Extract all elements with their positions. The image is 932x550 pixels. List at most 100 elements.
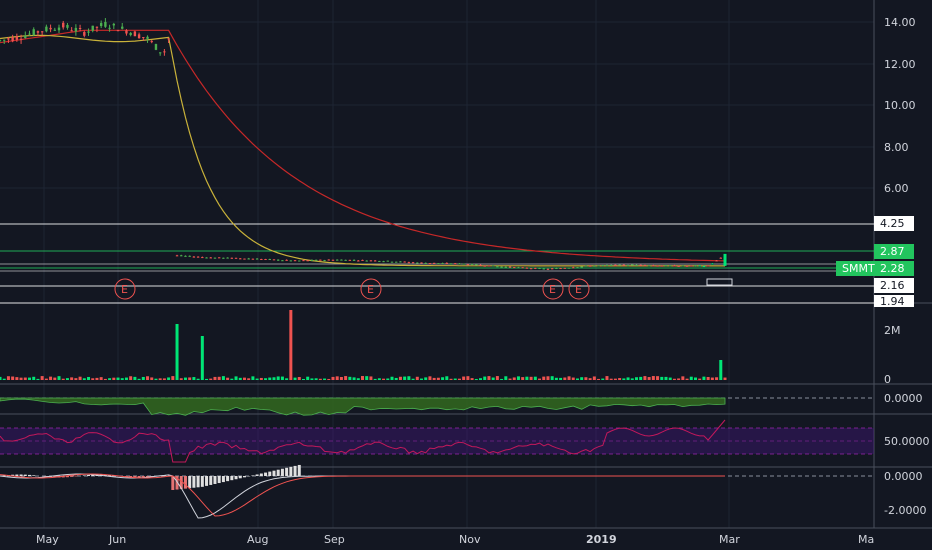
macd-bar — [23, 474, 27, 476]
candle-body — [390, 261, 394, 263]
candle-body — [3, 39, 6, 41]
time-tick: Aug — [247, 533, 268, 546]
candle-body — [116, 30, 120, 32]
candle-body — [272, 259, 276, 261]
volume-bar — [158, 378, 162, 380]
macd-bar — [217, 476, 221, 484]
volume-bar — [651, 376, 655, 380]
indicator3-tick: -2.0000 — [884, 504, 926, 517]
volume-bar — [634, 377, 638, 380]
volume-bar — [205, 378, 209, 380]
volume-bar — [99, 377, 103, 380]
volume-bar — [495, 376, 499, 380]
macd-bar — [205, 476, 209, 486]
macd-bar — [28, 474, 32, 476]
candle-body — [424, 262, 427, 264]
volume-bar — [639, 376, 643, 380]
candle-body — [226, 257, 229, 259]
volume-bar — [36, 378, 40, 380]
candle-body — [369, 260, 373, 262]
candle-body — [310, 259, 314, 261]
volume-bar — [424, 377, 428, 380]
time-tick: May — [36, 533, 59, 546]
candle-body — [40, 31, 44, 33]
candle-body — [462, 263, 465, 265]
indicator1-tick: 0.0000 — [884, 392, 923, 405]
volume-bar — [116, 377, 120, 380]
candle-body — [550, 268, 554, 270]
candle-body — [361, 259, 364, 261]
candle-body — [378, 260, 381, 262]
candle-body — [234, 257, 238, 259]
candle-body — [466, 264, 470, 266]
volume-bar — [339, 376, 343, 380]
macd-bar — [226, 476, 230, 482]
volume-bar — [103, 378, 107, 380]
candle-body — [483, 265, 486, 267]
candle-body — [281, 260, 284, 262]
volume-bar — [466, 376, 470, 380]
candle-body — [121, 26, 124, 29]
candle-body — [268, 258, 271, 260]
stock-chart[interactable]: E E E E 14.00 12.00 10.00 8.00 6.00 4.25 2.… — [0, 0, 932, 550]
volume-bar — [390, 376, 394, 380]
candle-body — [129, 32, 132, 36]
volume-bar — [672, 378, 676, 380]
candle-body — [239, 258, 242, 260]
volume-bar — [162, 378, 166, 380]
volume-bar — [154, 378, 158, 380]
volume-bar — [656, 376, 660, 380]
macd-bar — [251, 475, 255, 476]
candle-body — [449, 263, 453, 265]
volume-bar — [11, 376, 15, 380]
candle-body — [95, 26, 99, 28]
volume-bar — [538, 378, 542, 380]
candle-body — [53, 29, 56, 31]
volume-bar — [2, 378, 6, 380]
volume-bar — [664, 376, 668, 380]
volume-bar — [689, 376, 693, 380]
volume-bar — [369, 376, 373, 380]
volume-bar — [242, 377, 246, 380]
candle-body — [601, 265, 604, 267]
macd-bar — [188, 476, 192, 489]
candle-body — [588, 265, 592, 267]
candle-body — [158, 52, 162, 54]
candle-body — [24, 35, 27, 38]
candle-body — [87, 31, 90, 33]
candle-body — [99, 23, 103, 27]
macd-bar — [19, 474, 23, 476]
price-tick: 8.00 — [884, 141, 909, 154]
candle-body — [723, 253, 727, 266]
volume-bar — [230, 378, 234, 380]
candle-body — [175, 255, 179, 257]
candle-body — [399, 261, 402, 263]
volume-bar — [137, 378, 141, 380]
volume-bar — [542, 376, 546, 380]
price-tick: 14.00 — [884, 16, 916, 29]
candle-body — [11, 36, 14, 42]
candle-body — [70, 30, 73, 32]
macd-bar — [289, 466, 293, 476]
candle-body — [125, 30, 128, 34]
candle-body — [323, 260, 326, 262]
volume-bar — [57, 376, 61, 380]
volume-bar — [479, 378, 483, 380]
candle-body — [217, 257, 221, 259]
volume-bar — [609, 378, 613, 380]
candle-body — [504, 266, 508, 268]
volume-bar — [200, 336, 204, 380]
volume-bar — [82, 378, 86, 380]
volume-bar — [234, 376, 238, 380]
volume-bar — [529, 376, 533, 380]
volume-bar — [373, 378, 377, 380]
macd-bar — [238, 476, 242, 479]
candle-body — [437, 263, 440, 265]
volume-bar — [87, 376, 91, 380]
macd-bar — [192, 476, 196, 488]
volume-bar — [40, 376, 44, 380]
macd-bar — [234, 476, 238, 480]
candle-body — [664, 265, 668, 267]
macd-bar — [259, 473, 263, 476]
volume-tick: 2M — [884, 324, 901, 337]
